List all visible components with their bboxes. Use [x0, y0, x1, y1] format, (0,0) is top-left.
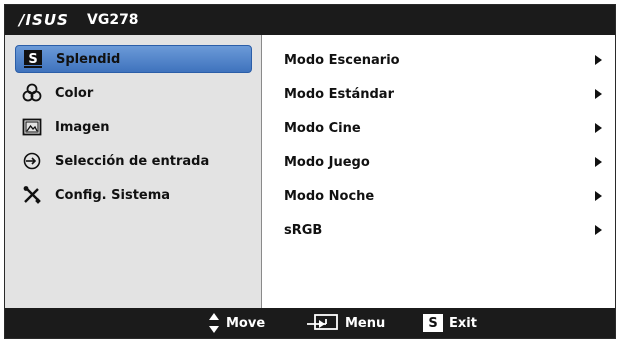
input-source-icon — [21, 150, 43, 172]
submenu-item-label: Modo Escenario — [284, 52, 400, 68]
arrow-right-icon — [595, 191, 602, 201]
title-bar: /ISUS VG278 — [5, 5, 615, 35]
menu-item-splendid[interactable]: S Splendid — [15, 45, 252, 73]
bottom-hint-bar: Move Menu S Exit — [5, 308, 615, 338]
menu-item-label: Splendid — [56, 51, 121, 67]
submenu-item-estandar[interactable]: Modo Estándar — [284, 84, 604, 104]
submenu-item-label: Modo Juego — [284, 154, 370, 170]
svg-text:S: S — [28, 52, 37, 67]
submenu-item-noche[interactable]: Modo Noche — [284, 186, 604, 206]
menu-item-label: Color — [55, 85, 94, 101]
menu-item-label: Imagen — [55, 119, 110, 135]
tools-icon — [21, 184, 43, 206]
color-circles-icon — [21, 82, 43, 104]
up-down-arrows-icon — [208, 312, 220, 334]
submenu-item-srgb[interactable]: sRGB — [284, 220, 604, 240]
hint-move: Move — [208, 308, 265, 338]
submenu-item-label: sRGB — [284, 222, 323, 238]
move-label: Move — [226, 315, 266, 331]
main-menu-panel: S Splendid Color Imagen Selección de ent… — [5, 35, 262, 308]
brand-logo: /ISUS — [19, 11, 69, 29]
splendid-s-icon: S — [423, 314, 443, 332]
arrow-right-icon — [595, 225, 602, 235]
submenu-item-juego[interactable]: Modo Juego — [284, 152, 604, 172]
menu-item-label: Config. Sistema — [55, 187, 171, 203]
exit-icon-letter: S — [423, 314, 443, 332]
image-icon — [21, 116, 43, 138]
arrow-right-icon — [595, 123, 602, 133]
enter-key-icon — [305, 313, 339, 333]
arrow-right-icon — [595, 157, 602, 167]
hint-exit: S Exit — [423, 308, 477, 338]
menu-item-color[interactable]: Color — [15, 79, 252, 107]
submenu-item-label: Modo Noche — [284, 188, 375, 204]
arrow-right-icon — [595, 55, 602, 65]
menu-item-label: Selección de entrada — [55, 153, 210, 169]
splendid-s-icon: S — [22, 48, 44, 70]
menu-item-imagen[interactable]: Imagen — [15, 113, 252, 141]
submenu-item-escenario[interactable]: Modo Escenario — [284, 50, 604, 70]
menu-label: Menu — [345, 315, 386, 331]
osd-window: /ISUS VG278 S Splendid Color Imagen Sele… — [4, 4, 616, 339]
menu-item-input-select[interactable]: Selección de entrada — [15, 147, 252, 175]
model-name: VG278 — [87, 12, 139, 28]
submenu-item-cine[interactable]: Modo Cine — [284, 118, 604, 138]
submenu-item-label: Modo Cine — [284, 120, 361, 136]
arrow-right-icon — [595, 89, 602, 99]
submenu-panel: Modo Escenario Modo Estándar Modo Cine M… — [262, 35, 615, 308]
exit-label: Exit — [449, 315, 477, 331]
hint-menu: Menu — [305, 308, 385, 338]
submenu-item-label: Modo Estándar — [284, 86, 394, 102]
menu-item-system-config[interactable]: Config. Sistema — [15, 181, 252, 209]
